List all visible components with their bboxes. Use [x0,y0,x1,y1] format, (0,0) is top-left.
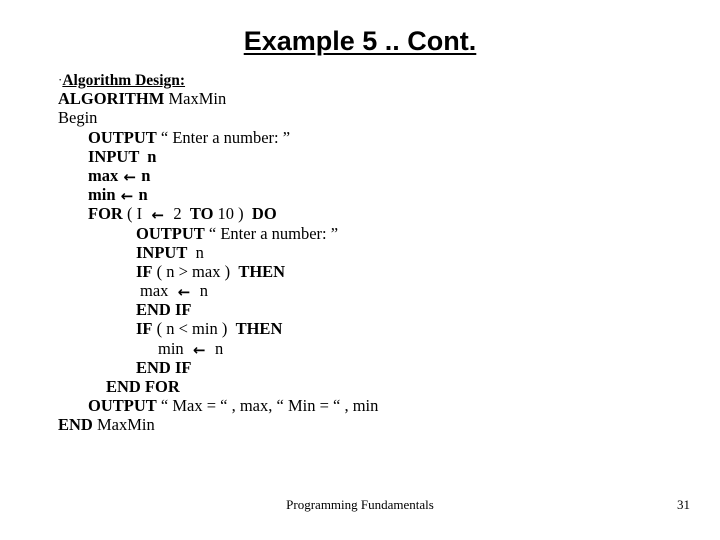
pseudocode-line: END IF [58,358,678,377]
pseudocode-line: Begin [58,108,678,127]
pseudocode-keyword: IF [136,261,153,281]
pseudocode-keyword: IF [136,319,153,339]
pseudocode-text: ( I [122,204,147,224]
pseudocode-keyword: OUTPUT [136,223,205,243]
pseudocode-line: INPUT n [58,147,678,166]
pseudocode-keyword: FOR [88,204,123,224]
pseudocode-text: n [210,338,224,358]
pseudocode-keyword: TO [189,204,214,224]
pseudocode-line: IF ( n < min ) THEN [58,319,678,338]
pseudocode-line: min ← n [58,338,678,359]
pseudocode-line: IF ( n > max ) THEN [58,262,678,281]
pseudocode-keyword: OUTPUT [88,127,157,147]
assignment-arrow-icon: ← [146,206,170,225]
pseudocode-keyword: ALGORITHM [58,89,165,109]
pseudocode-keyword: END IF [136,300,192,320]
algorithm-design-label: Algorithm Design: [62,72,186,89]
pseudocode-line: END IF [58,300,678,319]
pseudocode-line: ALGORITHM MaxMin [58,89,678,108]
pseudocode-text: “ Enter a number: ” [204,223,339,243]
pseudocode-line: OUTPUT “ Max = “ , max, “ Min = “ , min [58,396,678,415]
pseudocode-keyword: DO [251,204,277,224]
pseudocode-line: INPUT n [58,243,678,262]
pseudocode-keyword: OUTPUT [88,396,157,416]
pseudocode-text: n [195,281,208,301]
pseudocode-text: MaxMin [92,415,155,435]
pseudocode-text: “ Max = “ , max, “ Min = “ , min [156,396,379,416]
footer-page-number: 31 [677,497,690,512]
pseudocode-text: n [187,242,204,262]
algorithm-design-heading: ·Algorithm Design: [58,70,678,89]
assignment-arrow-icon: ← [187,340,211,359]
pseudocode-keyword: n [138,185,148,205]
pseudocode-keyword: INPUT n [88,146,157,166]
pseudocode-line: OUTPUT “ Enter a number: ” [58,224,678,243]
pseudocode-keyword: max [88,165,119,185]
pseudocode-keyword: THEN [238,261,286,281]
pseudocode-keyword: min [88,185,116,205]
pseudocode-keyword: END FOR [106,377,180,396]
pseudocode-text: Begin [58,108,98,128]
pseudocode-text: MaxMin [164,89,227,109]
pseudocode-text: max [140,281,173,301]
pseudocode-line: OUTPUT “ Enter a number: ” [58,128,678,147]
pseudocode-keyword: END [58,415,93,435]
pseudocode-listing: ALGORITHM MaxMin Begin OUTPUT “ Enter a nu… [58,89,678,434]
assignment-arrow-icon: ← [172,283,196,302]
pseudocode-keyword: n [141,165,151,185]
pseudocode-keyword: THEN [235,319,283,339]
pseudocode-line: END FOR [58,377,678,396]
pseudocode-line: FOR ( I ← 2 TO 10 ) DO [58,204,678,225]
pseudocode-text: “ Enter a number: ” [156,127,291,147]
pseudocode-keyword: END IF [136,357,192,377]
page-title-text: Example 5 .. Cont. [243,26,477,56]
pseudocode-text: ( n > max ) [152,261,239,281]
footer-course-label: Programming Fundamentals [286,497,434,512]
pseudocode-keyword: INPUT [136,242,188,262]
pseudocode-line: max ← n [58,281,678,302]
pseudocode-text: min [158,338,188,358]
page-title: Example 5 .. Cont. [0,26,720,57]
algorithm-body: ·Algorithm Design: ALGORITHM MaxMin Begin… [58,70,678,435]
pseudocode-line: min ← n [58,185,678,206]
pseudocode-text: 10 ) [213,204,252,224]
pseudocode-text: 2 [169,204,190,224]
assignment-arrow-icon: ← [115,187,139,206]
assignment-arrow-icon: ← [118,167,142,186]
pseudocode-line: max ← n [58,165,678,186]
pseudocode-text: ( n < min ) [152,319,236,339]
pseudocode-line: END MaxMin [58,415,678,434]
